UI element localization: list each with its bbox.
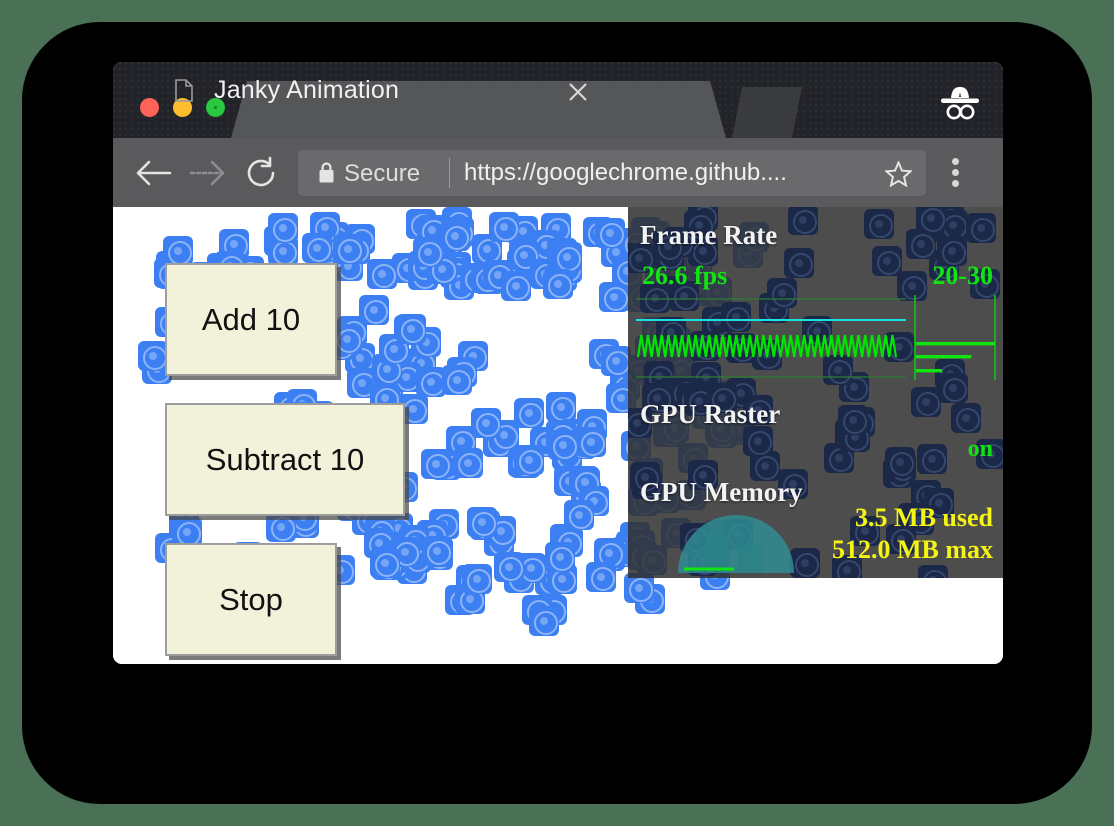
close-icon[interactable] bbox=[567, 81, 589, 103]
omnibox-divider bbox=[449, 158, 450, 188]
gpu-memory-gauge bbox=[676, 505, 796, 575]
sprite bbox=[268, 213, 298, 243]
sprite bbox=[595, 218, 625, 248]
sprite bbox=[422, 536, 452, 566]
gpu-memory-max: 512.0 MB max bbox=[832, 535, 993, 565]
sprite bbox=[163, 236, 193, 266]
menu-dot bbox=[952, 180, 959, 187]
omnibox[interactable]: Secure https://googlechrome.github.... bbox=[298, 150, 926, 196]
sprite bbox=[333, 234, 363, 264]
sprite bbox=[489, 212, 519, 242]
hud-sprite bbox=[916, 207, 946, 233]
sprite bbox=[442, 365, 472, 395]
sprite bbox=[467, 507, 497, 537]
fps-hud-overlay: Frame Rate 26.6 fps 20-30 GPU Raster bbox=[628, 207, 1003, 578]
sprite bbox=[546, 392, 576, 422]
screenshot-stage: Janky Animation bbox=[0, 0, 1114, 826]
browser-toolbar: Secure https://googlechrome.github.... bbox=[113, 138, 1003, 207]
hud-sprite bbox=[788, 207, 818, 235]
hud-sprite bbox=[838, 405, 868, 435]
hud-sprite bbox=[885, 447, 915, 477]
sprite bbox=[545, 542, 575, 572]
sprite bbox=[370, 548, 400, 578]
reload-icon[interactable] bbox=[244, 156, 278, 190]
gpu-raster-title: GPU Raster bbox=[640, 399, 780, 430]
hud-sprite bbox=[966, 213, 996, 243]
gpu-raster-value: on bbox=[968, 436, 993, 463]
lock-icon bbox=[319, 162, 334, 183]
sprite bbox=[564, 500, 594, 530]
hud-sprite bbox=[917, 444, 947, 474]
back-arrow-icon[interactable] bbox=[134, 157, 172, 189]
incognito-icon[interactable] bbox=[937, 84, 983, 122]
forward-arrow-icon bbox=[189, 157, 227, 189]
gpu-memory-title: GPU Memory bbox=[640, 477, 803, 508]
url-text[interactable]: https://googlechrome.github.... bbox=[464, 159, 787, 187]
frame-rate-value: 26.6 fps bbox=[642, 261, 727, 291]
document-icon bbox=[175, 79, 193, 102]
security-status-label: Secure bbox=[344, 160, 420, 188]
sprite bbox=[453, 448, 483, 478]
page-viewport: Add 10 Subtract 10 Stop Frame Rate 26.6 … bbox=[113, 207, 1003, 664]
hud-sprite bbox=[864, 209, 894, 239]
menu-dot bbox=[952, 169, 959, 176]
hud-sprite bbox=[872, 246, 902, 276]
sprite bbox=[552, 242, 582, 272]
sprite bbox=[601, 346, 631, 376]
sprite bbox=[529, 606, 559, 636]
sprite bbox=[543, 269, 573, 299]
hud-sprite bbox=[743, 426, 773, 456]
frame-rate-line-chart bbox=[636, 298, 906, 378]
sprite bbox=[494, 552, 524, 582]
sprite bbox=[266, 512, 296, 542]
sprite bbox=[138, 341, 168, 371]
browser-titlebar: Janky Animation bbox=[113, 62, 1003, 138]
sprite bbox=[471, 408, 501, 438]
frame-rate-histogram bbox=[914, 295, 996, 380]
hud-sprite bbox=[906, 229, 936, 259]
gpu-memory-used: 3.5 MB used bbox=[855, 503, 993, 533]
traffic-light-close-icon[interactable] bbox=[140, 98, 159, 117]
star-icon[interactable] bbox=[885, 161, 912, 187]
sprite bbox=[514, 445, 544, 475]
sprite bbox=[599, 282, 629, 312]
sprite bbox=[413, 237, 443, 267]
sprite bbox=[576, 427, 606, 457]
hud-sprite bbox=[784, 248, 814, 278]
browser-tab-title: Janky Animation bbox=[214, 76, 399, 105]
frame-rate-title: Frame Rate bbox=[640, 220, 777, 251]
sprite bbox=[302, 233, 332, 263]
sprite bbox=[462, 564, 492, 594]
sprite bbox=[514, 398, 544, 428]
menu-dot bbox=[952, 158, 959, 165]
hud-sprite bbox=[911, 387, 941, 417]
sprite bbox=[586, 562, 616, 592]
browser-window: Janky Animation bbox=[113, 62, 1003, 664]
sprite bbox=[501, 271, 531, 301]
subtract-10-button[interactable]: Subtract 10 bbox=[165, 403, 405, 516]
sprite bbox=[440, 221, 470, 251]
hud-sprite bbox=[951, 403, 981, 433]
hud-sprite bbox=[918, 565, 948, 578]
sprite bbox=[359, 295, 389, 325]
stop-button[interactable]: Stop bbox=[165, 543, 337, 656]
sprite bbox=[548, 430, 578, 460]
add-10-button[interactable]: Add 10 bbox=[165, 263, 337, 376]
sprite bbox=[367, 259, 397, 289]
frame-rate-range: 20-30 bbox=[932, 261, 993, 291]
new-tab-icon[interactable] bbox=[732, 87, 802, 138]
three-dot-menu-icon[interactable] bbox=[952, 158, 960, 188]
sprite bbox=[396, 314, 426, 344]
sprite bbox=[421, 449, 451, 479]
